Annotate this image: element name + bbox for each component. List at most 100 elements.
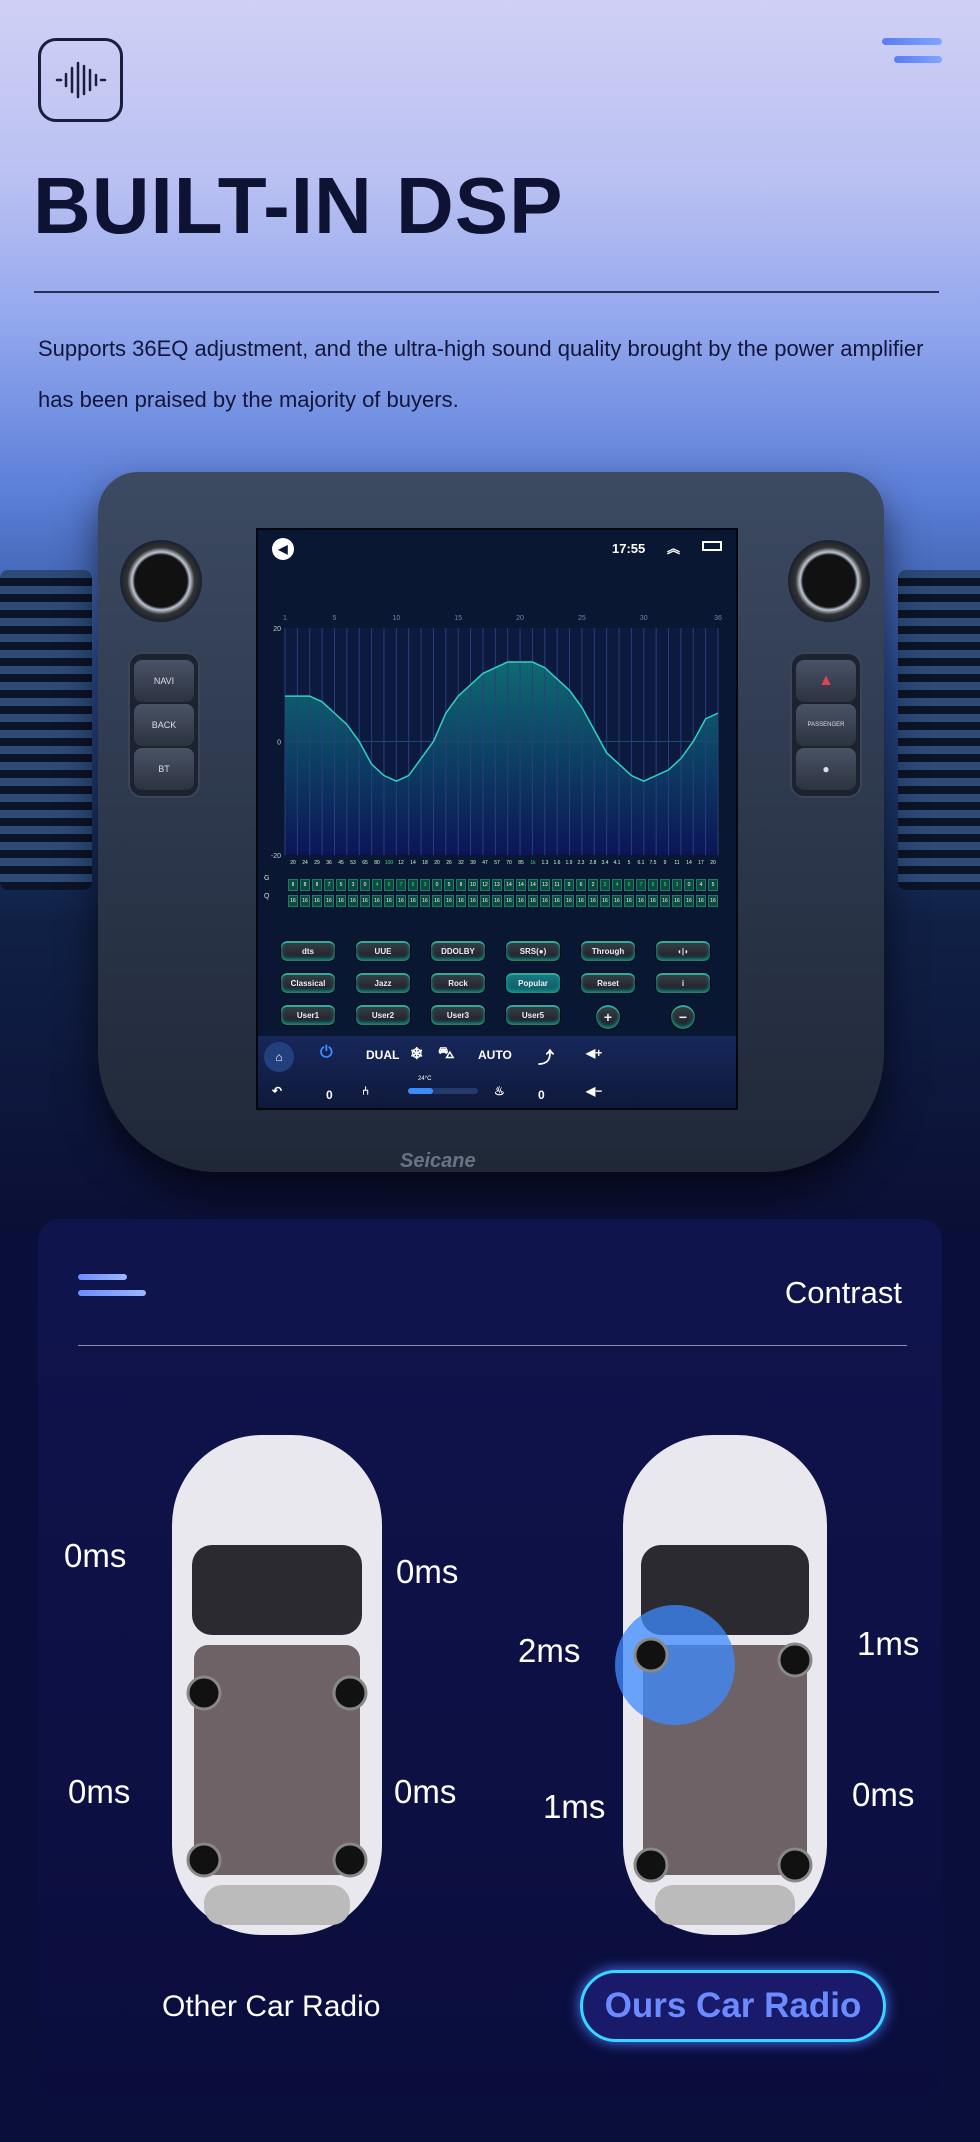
q-cell[interactable]: 16 <box>456 895 466 907</box>
hamburger-icon[interactable] <box>882 38 942 74</box>
gain-cell[interactable]: 6 <box>384 879 394 891</box>
volume-knob[interactable] <box>120 540 202 622</box>
q-cell[interactable]: 16 <box>624 895 634 907</box>
q-cell[interactable]: 16 <box>492 895 502 907</box>
preset-button-user1[interactable]: User1 <box>280 1004 336 1026</box>
gain-cell[interactable]: 3 <box>672 879 682 891</box>
gain-cell[interactable]: 14 <box>516 879 526 891</box>
preset-button-user3[interactable]: User3 <box>430 1004 486 1026</box>
recirculation-icon[interactable]: ⛍ <box>438 1044 455 1064</box>
q-cell[interactable]: 16 <box>648 895 658 907</box>
q-cell[interactable]: 16 <box>576 895 586 907</box>
volume-down-icon[interactable]: ◀− <box>586 1084 602 1098</box>
gain-cell[interactable]: 11 <box>552 879 562 891</box>
q-cell[interactable]: 16 <box>468 895 478 907</box>
gain-cell[interactable]: 14 <box>528 879 538 891</box>
q-cell[interactable]: 16 <box>612 895 622 907</box>
snowflake-icon[interactable]: ❄ <box>410 1044 423 1064</box>
hazard-key[interactable]: ▲ <box>796 660 856 702</box>
preset-button-dts[interactable]: dts <box>280 940 336 962</box>
gain-cell[interactable]: 5 <box>444 879 454 891</box>
preset-button-reset[interactable]: Reset <box>580 972 636 994</box>
gain-cell[interactable]: 8 <box>300 879 310 891</box>
gain-cell[interactable]: 6 <box>648 879 658 891</box>
gain-cell[interactable]: 0 <box>360 879 370 891</box>
preset-button-srs[interactable]: SRS(●) <box>505 940 561 962</box>
tune-knob[interactable] <box>788 540 870 622</box>
q-cell[interactable]: 16 <box>432 895 442 907</box>
preset-button-popular[interactable]: Popular <box>505 972 561 994</box>
gain-cell[interactable]: 8 <box>288 879 298 891</box>
chevron-up-icon[interactable]: ︽ <box>667 538 680 557</box>
gain-cell[interactable]: 3 <box>420 879 430 891</box>
gain-cell[interactable]: 6 <box>624 879 634 891</box>
volume-up-icon[interactable]: ◀+ <box>586 1046 602 1060</box>
gain-cell[interactable]: 0 <box>432 879 442 891</box>
gain-cell[interactable]: 4 <box>696 879 706 891</box>
gain-cell[interactable]: 9 <box>564 879 574 891</box>
gain-cell[interactable]: 8 <box>456 879 466 891</box>
preset-button-ddolby[interactable]: DDOLBY <box>430 940 486 962</box>
q-cell[interactable]: 16 <box>444 895 454 907</box>
preset-button-classical[interactable]: Classical <box>280 972 336 994</box>
back-icon[interactable]: ◀ <box>272 538 294 560</box>
gain-cell[interactable]: 13 <box>492 879 502 891</box>
q-cell[interactable]: 16 <box>420 895 430 907</box>
q-cell[interactable]: 16 <box>360 895 370 907</box>
q-cell[interactable]: 16 <box>528 895 538 907</box>
gain-cell[interactable]: 2 <box>588 879 598 891</box>
gain-cell[interactable]: 10 <box>468 879 478 891</box>
q-cell[interactable]: 16 <box>696 895 706 907</box>
q-cell[interactable]: 16 <box>600 895 610 907</box>
preset-button-[interactable]: + <box>595 1004 621 1030</box>
q-cell[interactable]: 16 <box>660 895 670 907</box>
q-cell[interactable]: 16 <box>372 895 382 907</box>
preset-button-jazz[interactable]: Jazz <box>355 972 411 994</box>
q-cell[interactable]: 16 <box>324 895 334 907</box>
gain-cell[interactable]: 3 <box>348 879 358 891</box>
q-cell[interactable]: 16 <box>552 895 562 907</box>
preset-button-i[interactable]: i <box>655 972 711 994</box>
auto-button[interactable]: AUTO <box>478 1048 512 1062</box>
q-cell[interactable]: 16 <box>540 895 550 907</box>
gain-cell[interactable]: 6 <box>576 879 586 891</box>
gain-cell[interactable]: 5 <box>708 879 718 891</box>
q-cell[interactable]: 16 <box>348 895 358 907</box>
q-cell[interactable]: 16 <box>504 895 514 907</box>
dual-button[interactable]: DUAL <box>366 1048 399 1062</box>
gain-cell[interactable]: 7 <box>396 879 406 891</box>
home-icon[interactable]: ⌂ <box>264 1042 294 1072</box>
preset-button-through[interactable]: Through <box>580 940 636 962</box>
q-cell[interactable]: 16 <box>312 895 322 907</box>
preset-button-[interactable]: ◖|◗ <box>655 940 711 962</box>
seat-icon[interactable]: ⑃ <box>362 1084 369 1098</box>
gain-cell[interactable]: 0 <box>684 879 694 891</box>
seat-heat-icon[interactable]: ♨ <box>494 1084 505 1098</box>
navi-key[interactable]: NAVI <box>134 660 194 702</box>
gain-cell[interactable]: 2 <box>600 879 610 891</box>
bt-key[interactable]: BT <box>134 748 194 790</box>
recent-apps-icon[interactable] <box>702 541 722 551</box>
gain-cell[interactable]: 14 <box>504 879 514 891</box>
q-cell[interactable]: 16 <box>300 895 310 907</box>
eq-chart[interactable]: 1 5 10 15 20 25 30 36200-20 <box>258 570 738 910</box>
gain-cell[interactable]: 7 <box>636 879 646 891</box>
gain-cell[interactable]: 5 <box>336 879 346 891</box>
q-cell[interactable]: 16 <box>708 895 718 907</box>
preset-button-user5[interactable]: User5 <box>505 1004 561 1026</box>
power-key[interactable]: ● <box>796 748 856 790</box>
airflow-icon[interactable]: ⤴ <box>538 1044 554 1068</box>
q-cell[interactable]: 16 <box>480 895 490 907</box>
gain-cell[interactable]: 12 <box>480 879 490 891</box>
q-cell[interactable]: 16 <box>396 895 406 907</box>
gain-cell[interactable]: 8 <box>312 879 322 891</box>
fan-slider[interactable] <box>408 1088 478 1094</box>
gain-cell[interactable]: 13 <box>540 879 550 891</box>
power-icon[interactable]: ⏻ <box>320 1044 333 1062</box>
ours-car-radio-button[interactable]: Ours Car Radio <box>580 1970 886 2042</box>
preset-button-uue[interactable]: UUE <box>355 940 411 962</box>
q-cell[interactable]: 16 <box>636 895 646 907</box>
gain-cell[interactable]: 5 <box>660 879 670 891</box>
preset-button-rock[interactable]: Rock <box>430 972 486 994</box>
q-cell[interactable]: 16 <box>408 895 418 907</box>
